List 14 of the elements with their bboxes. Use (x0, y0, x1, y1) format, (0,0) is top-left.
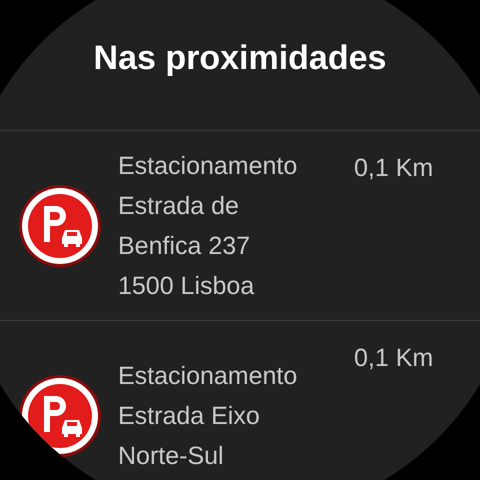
place-name: Estacionamento (118, 360, 298, 392)
place-list-item[interactable]: Estacionamento Estrada Eixo Norte-Sul 0,1 Km (0, 321, 480, 480)
parking-icon (18, 374, 102, 458)
place-name: Estacionamento (118, 150, 298, 182)
address-line: Estrada de (118, 190, 240, 222)
screen-title: Nas proximidades (94, 38, 386, 78)
distance-label: 0,1 Km (354, 153, 434, 184)
address-line: Estrada Eixo (118, 400, 261, 432)
place-list-item[interactable]: Estacionamento Estrada de Benfica 237 1500 Lisboa 0,1 Km (0, 131, 480, 321)
address-line: Norte-Sul (118, 440, 225, 472)
address-line: Benfica 237 (118, 230, 252, 262)
address-line: 1500 Lisboa (118, 270, 256, 302)
parking-icon (18, 184, 102, 268)
distance-label: 0,1 Km (354, 343, 434, 374)
